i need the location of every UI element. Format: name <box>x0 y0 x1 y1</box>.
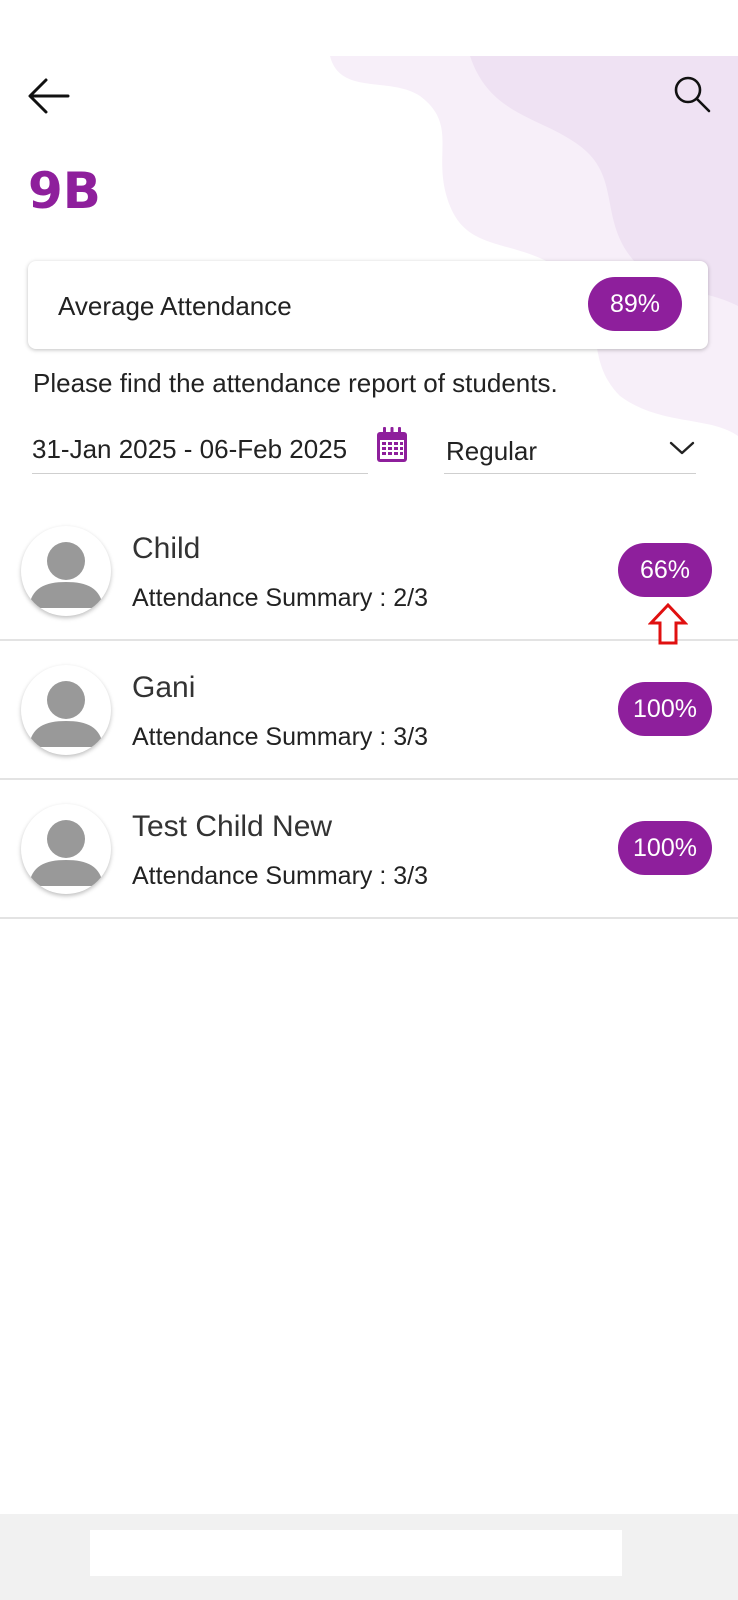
attendance-summary: Attendance Summary : 2/3 <box>132 584 428 612</box>
header <box>0 56 738 146</box>
date-range-text: 31-Jan 2025 - 06-Feb 2025 <box>32 434 348 464</box>
student-name: Gani <box>132 671 196 704</box>
average-attendance-label: Average Attendance <box>58 291 292 321</box>
student-row[interactable]: Child Attendance Summary : 2/3 66% <box>0 502 738 641</box>
avatar <box>21 804 111 894</box>
arrow-left-icon <box>28 78 70 114</box>
student-row[interactable]: Gani Attendance Summary : 3/3 100% <box>0 641 738 780</box>
date-range-field[interactable]: 31-Jan 2025 - 06-Feb 2025 <box>32 428 368 474</box>
avatar <box>21 526 111 616</box>
average-attendance-badge: 89% <box>588 277 682 331</box>
status-bar <box>0 0 738 56</box>
student-name: Test Child New <box>132 810 333 843</box>
search-icon <box>674 76 711 113</box>
attendance-type-select[interactable]: Regular <box>444 428 696 474</box>
search-button[interactable] <box>670 72 718 120</box>
bottom-panel <box>90 1530 622 1576</box>
chevron-down-icon <box>669 441 695 455</box>
student-list: Child Attendance Summary : 2/3 66% Gani … <box>0 502 738 919</box>
attendance-type-value: Regular <box>446 436 538 466</box>
attendance-percent-badge: 100% <box>618 682 712 736</box>
attendance-summary: Attendance Summary : 3/3 <box>132 723 428 751</box>
student-row[interactable]: Test Child New Attendance Summary : 3/3 … <box>0 780 738 919</box>
bottom-bar <box>0 1514 738 1600</box>
back-button[interactable] <box>24 74 76 118</box>
person-icon <box>29 681 103 747</box>
attendance-percent-badge: 66% <box>618 543 712 597</box>
attendance-summary: Attendance Summary : 3/3 <box>132 862 428 890</box>
person-icon <box>29 542 103 608</box>
student-name: Child <box>132 532 201 565</box>
avatar <box>21 665 111 755</box>
intro-text: Please find the attendance report of stu… <box>33 368 558 398</box>
person-icon <box>29 820 103 886</box>
attendance-percent-badge: 100% <box>618 821 712 875</box>
average-attendance-card: Average Attendance 89% <box>28 261 708 349</box>
page-title: 9B <box>28 162 101 220</box>
attendance-screen: 9B Average Attendance 89% Please find th… <box>0 0 738 1600</box>
annotation-arrow-icon <box>648 602 688 645</box>
calendar-icon[interactable] <box>375 426 409 464</box>
